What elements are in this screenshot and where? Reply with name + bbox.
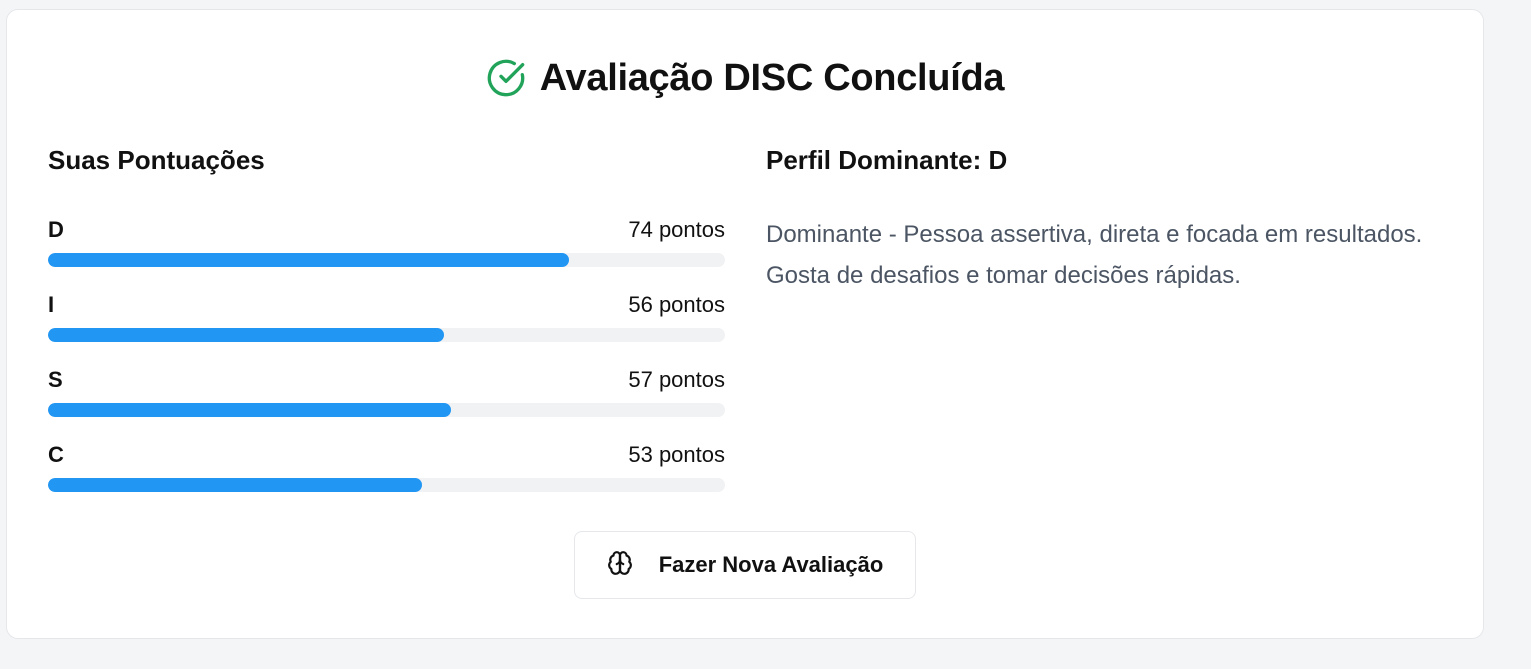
progress-track bbox=[48, 328, 725, 342]
progress-fill bbox=[48, 403, 451, 417]
score-letter: I bbox=[48, 292, 55, 317]
profile-title: Perfil Dominante: D bbox=[766, 145, 1008, 175]
score-points: 57 pontos bbox=[628, 367, 725, 392]
score-points: 56 pontos bbox=[628, 292, 725, 317]
check-circle-icon bbox=[486, 58, 526, 98]
scores-title: Suas Pontuações bbox=[48, 145, 265, 175]
new-assessment-label: Fazer Nova Avaliação bbox=[658, 552, 884, 577]
scores-section: Suas Pontuações D 74 pontos I 56 pontos bbox=[48, 140, 725, 514]
score-list: D 74 pontos I 56 pontos S 57 pontos C 53… bbox=[48, 214, 725, 514]
score-points: 53 pontos bbox=[628, 442, 725, 467]
result-card: Avaliação DISC Concluída Suas Pontuações… bbox=[6, 9, 1484, 639]
progress-track bbox=[48, 478, 725, 492]
progress-fill bbox=[48, 253, 570, 267]
score-letter: S bbox=[48, 367, 63, 392]
new-assessment-button[interactable]: Fazer Nova Avaliação bbox=[574, 531, 916, 599]
page-title: Avaliação DISC Concluída bbox=[539, 57, 1005, 99]
progress-fill bbox=[48, 328, 445, 342]
score-row-c: C 53 pontos bbox=[48, 439, 725, 514]
score-row-s: S 57 pontos bbox=[48, 364, 725, 439]
progress-track bbox=[48, 253, 725, 267]
profile-section: Perfil Dominante: D Dominante - Pessoa a… bbox=[766, 140, 1456, 296]
brain-icon bbox=[607, 550, 633, 581]
score-letter: D bbox=[48, 217, 64, 242]
score-row-i: I 56 pontos bbox=[48, 289, 725, 364]
score-letter: C bbox=[48, 442, 64, 467]
score-points: 74 pontos bbox=[628, 217, 725, 242]
score-row-d: D 74 pontos bbox=[48, 214, 725, 289]
profile-description: Dominante - Pessoa assertiva, direta e f… bbox=[766, 221, 1423, 289]
card-header: Avaliação DISC Concluída bbox=[7, 56, 1483, 100]
progress-track bbox=[48, 403, 725, 417]
progress-fill bbox=[48, 478, 423, 492]
